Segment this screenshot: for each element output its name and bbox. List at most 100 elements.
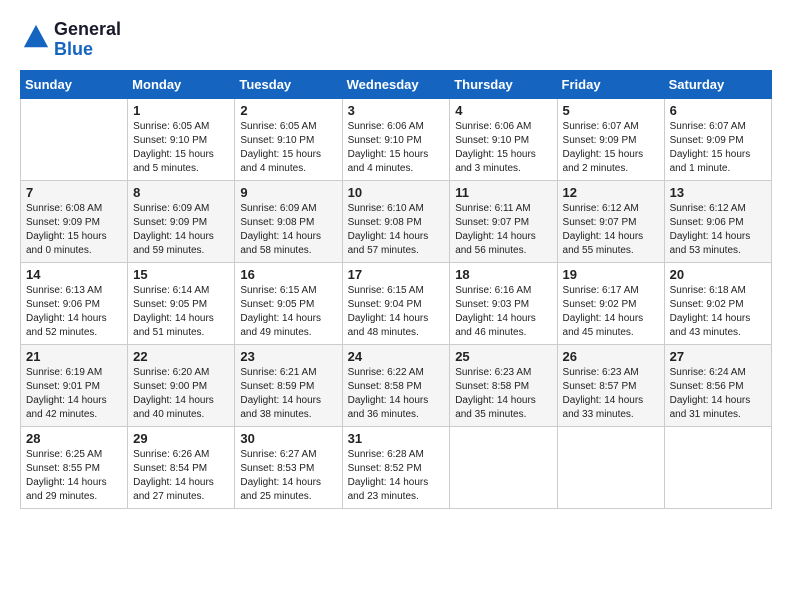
day-number: 16: [240, 267, 336, 282]
day-number: 25: [455, 349, 551, 364]
calendar-day-cell: 15 Sunrise: 6:14 AM Sunset: 9:05 PM Dayli…: [128, 262, 235, 344]
logo: General Blue: [20, 20, 121, 60]
calendar-day-cell: 27Sunrise: 6:24 AM Sunset: 8:56 PM Dayli…: [664, 344, 771, 426]
calendar-day-header: Thursday: [450, 70, 557, 98]
day-info: Sunrise: 6:05 AM Sunset: 9:10 PM Dayligh…: [133, 120, 229, 176]
calendar-day-cell: 3Sunrise: 6:06 AM Sunset: 9:10 PM Daylig…: [342, 98, 450, 180]
day-number: 15: [133, 267, 229, 282]
day-info: Sunrise: 6:21 AM Sunset: 8:59 PM Dayligh…: [240, 366, 336, 422]
day-info: Sunrise: 6:08 AM Sunset: 9:09 PM Dayligh…: [26, 202, 122, 258]
calendar-day-cell: 2 Sunrise: 6:05 AM Sunset: 9:10 PM Daylig…: [235, 98, 342, 180]
calendar-day-cell: 25 Sunrise: 6:23 AM Sunset: 8:58 PM Dayli…: [450, 344, 557, 426]
calendar-day-cell: 22 Sunrise: 6:20 AM Sunset: 9:00 PM Dayli…: [128, 344, 235, 426]
day-number: 1: [133, 103, 229, 118]
calendar-day-cell: 10 Sunrise: 6:10 AM Sunset: 9:08 PM Dayli…: [342, 180, 450, 262]
calendar-day-cell: 6Sunrise: 6:07 AM Sunset: 9:09 PM Daylig…: [664, 98, 771, 180]
day-info: Sunrise: 6:12 AM Sunset: 9:06 PM Dayligh…: [670, 202, 766, 258]
calendar-day-cell: 31Sunrise: 6:28 AM Sunset: 8:52 PM Dayli…: [342, 426, 450, 508]
day-number: 13: [670, 185, 766, 200]
calendar-day-cell: 11 Sunrise: 6:11 AM Sunset: 9:07 PM Dayli…: [450, 180, 557, 262]
calendar-day-cell: 8 Sunrise: 6:09 AM Sunset: 9:09 PM Daylig…: [128, 180, 235, 262]
day-info: Sunrise: 6:10 AM Sunset: 9:08 PM Dayligh…: [348, 202, 445, 258]
calendar-day-cell: 1 Sunrise: 6:05 AM Sunset: 9:10 PM Daylig…: [128, 98, 235, 180]
day-info: Sunrise: 6:09 AM Sunset: 9:09 PM Dayligh…: [133, 202, 229, 258]
calendar-day-header: Sunday: [21, 70, 128, 98]
calendar-week-row: 7 Sunrise: 6:08 AM Sunset: 9:09 PM Daylig…: [21, 180, 772, 262]
calendar-day-cell: 16Sunrise: 6:15 AM Sunset: 9:05 PM Dayli…: [235, 262, 342, 344]
day-number: 30: [240, 431, 336, 446]
calendar-day-cell: 30Sunrise: 6:27 AM Sunset: 8:53 PM Dayli…: [235, 426, 342, 508]
day-number: 10: [348, 185, 445, 200]
calendar-day-cell: 13 Sunrise: 6:12 AM Sunset: 9:06 PM Dayli…: [664, 180, 771, 262]
day-number: 28: [26, 431, 122, 446]
calendar-week-row: 28 Sunrise: 6:25 AM Sunset: 8:55 PM Dayli…: [21, 426, 772, 508]
calendar-day-cell: [450, 426, 557, 508]
calendar-day-header: Tuesday: [235, 70, 342, 98]
day-number: 20: [670, 267, 766, 282]
day-number: 11: [455, 185, 551, 200]
day-number: 4: [455, 103, 551, 118]
calendar-week-row: 1 Sunrise: 6:05 AM Sunset: 9:10 PM Daylig…: [21, 98, 772, 180]
calendar-week-row: 21Sunrise: 6:19 AM Sunset: 9:01 PM Dayli…: [21, 344, 772, 426]
calendar-day-cell: 26 Sunrise: 6:23 AM Sunset: 8:57 PM Dayli…: [557, 344, 664, 426]
day-number: 26: [563, 349, 659, 364]
day-number: 5: [563, 103, 659, 118]
day-info: Sunrise: 6:05 AM Sunset: 9:10 PM Dayligh…: [240, 120, 336, 176]
day-number: 22: [133, 349, 229, 364]
day-number: 6: [670, 103, 766, 118]
logo-icon: [22, 23, 50, 51]
day-number: 24: [348, 349, 445, 364]
calendar-day-cell: 12 Sunrise: 6:12 AM Sunset: 9:07 PM Dayli…: [557, 180, 664, 262]
day-number: 12: [563, 185, 659, 200]
day-number: 17: [348, 267, 445, 282]
day-info: Sunrise: 6:19 AM Sunset: 9:01 PM Dayligh…: [26, 366, 122, 422]
logo-line1: General: [54, 20, 121, 40]
day-number: 18: [455, 267, 551, 282]
day-info: Sunrise: 6:23 AM Sunset: 8:57 PM Dayligh…: [563, 366, 659, 422]
day-number: 2: [240, 103, 336, 118]
day-info: Sunrise: 6:24 AM Sunset: 8:56 PM Dayligh…: [670, 366, 766, 422]
logo-line2: Blue: [54, 40, 121, 60]
calendar-day-cell: 21Sunrise: 6:19 AM Sunset: 9:01 PM Dayli…: [21, 344, 128, 426]
day-info: Sunrise: 6:26 AM Sunset: 8:54 PM Dayligh…: [133, 448, 229, 504]
day-info: Sunrise: 6:11 AM Sunset: 9:07 PM Dayligh…: [455, 202, 551, 258]
day-number: 29: [133, 431, 229, 446]
day-number: 14: [26, 267, 122, 282]
calendar-day-cell: 14 Sunrise: 6:13 AM Sunset: 9:06 PM Dayli…: [21, 262, 128, 344]
day-info: Sunrise: 6:09 AM Sunset: 9:08 PM Dayligh…: [240, 202, 336, 258]
calendar-day-header: Friday: [557, 70, 664, 98]
day-info: Sunrise: 6:14 AM Sunset: 9:05 PM Dayligh…: [133, 284, 229, 340]
calendar-day-cell: [664, 426, 771, 508]
calendar-day-cell: 5Sunrise: 6:07 AM Sunset: 9:09 PM Daylig…: [557, 98, 664, 180]
calendar-day-cell: 24 Sunrise: 6:22 AM Sunset: 8:58 PM Dayli…: [342, 344, 450, 426]
day-info: Sunrise: 6:25 AM Sunset: 8:55 PM Dayligh…: [26, 448, 122, 504]
day-info: Sunrise: 6:28 AM Sunset: 8:52 PM Dayligh…: [348, 448, 445, 504]
calendar-day-cell: [21, 98, 128, 180]
calendar-day-header: Wednesday: [342, 70, 450, 98]
day-info: Sunrise: 6:17 AM Sunset: 9:02 PM Dayligh…: [563, 284, 659, 340]
calendar-day-cell: 28 Sunrise: 6:25 AM Sunset: 8:55 PM Dayli…: [21, 426, 128, 508]
calendar-day-cell: 20 Sunrise: 6:18 AM Sunset: 9:02 PM Dayli…: [664, 262, 771, 344]
calendar-day-cell: 17Sunrise: 6:15 AM Sunset: 9:04 PM Dayli…: [342, 262, 450, 344]
day-info: Sunrise: 6:20 AM Sunset: 9:00 PM Dayligh…: [133, 366, 229, 422]
calendar-day-cell: 23Sunrise: 6:21 AM Sunset: 8:59 PM Dayli…: [235, 344, 342, 426]
calendar-day-header: Monday: [128, 70, 235, 98]
calendar-day-cell: 19 Sunrise: 6:17 AM Sunset: 9:02 PM Dayli…: [557, 262, 664, 344]
calendar-week-row: 14 Sunrise: 6:13 AM Sunset: 9:06 PM Dayli…: [21, 262, 772, 344]
day-info: Sunrise: 6:06 AM Sunset: 9:10 PM Dayligh…: [455, 120, 551, 176]
day-info: Sunrise: 6:18 AM Sunset: 9:02 PM Dayligh…: [670, 284, 766, 340]
day-info: Sunrise: 6:12 AM Sunset: 9:07 PM Dayligh…: [563, 202, 659, 258]
day-number: 9: [240, 185, 336, 200]
day-number: 7: [26, 185, 122, 200]
page-header: General Blue: [20, 20, 772, 60]
day-number: 8: [133, 185, 229, 200]
calendar-header-row: SundayMondayTuesdayWednesdayThursdayFrid…: [21, 70, 772, 98]
day-number: 19: [563, 267, 659, 282]
calendar-day-cell: 4 Sunrise: 6:06 AM Sunset: 9:10 PM Daylig…: [450, 98, 557, 180]
calendar-day-cell: 7 Sunrise: 6:08 AM Sunset: 9:09 PM Daylig…: [21, 180, 128, 262]
day-info: Sunrise: 6:22 AM Sunset: 8:58 PM Dayligh…: [348, 366, 445, 422]
day-info: Sunrise: 6:13 AM Sunset: 9:06 PM Dayligh…: [26, 284, 122, 340]
day-info: Sunrise: 6:06 AM Sunset: 9:10 PM Dayligh…: [348, 120, 445, 176]
calendar-day-cell: [557, 426, 664, 508]
day-info: Sunrise: 6:23 AM Sunset: 8:58 PM Dayligh…: [455, 366, 551, 422]
